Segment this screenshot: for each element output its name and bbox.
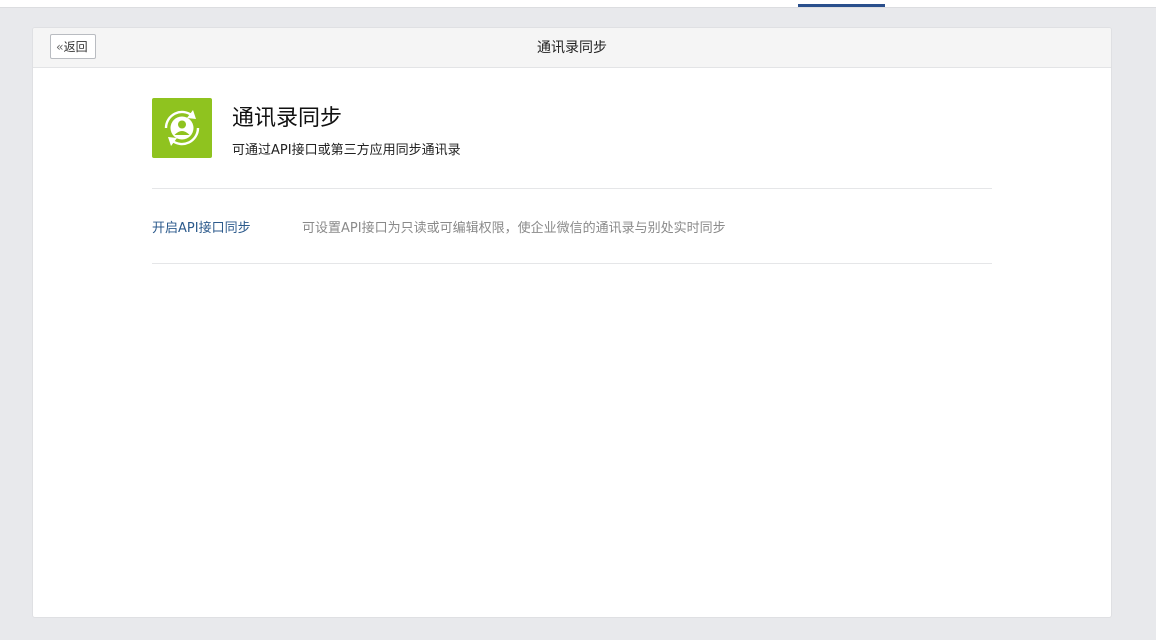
top-navigation-bar <box>0 0 1156 8</box>
option-description: 可设置API接口为只读或可编辑权限，使企业微信的通讯录与别处实时同步 <box>302 221 726 236</box>
enable-api-sync-link[interactable]: 开启API接口同步 <box>152 217 251 236</box>
app-intro: 通讯录同步 可通过API接口或第三方应用同步通讯录 <box>152 98 992 188</box>
divider <box>152 263 992 264</box>
app-description: 可通过API接口或第三方应用同步通讯录 <box>232 143 461 158</box>
contact-sync-icon <box>152 98 212 158</box>
page-title: 通讯录同步 <box>537 40 607 56</box>
option-row-api-sync: 开启API接口同步 可设置API接口为只读或可编辑权限，使企业微信的通讯录与别处… <box>152 189 992 263</box>
app-title: 通讯录同步 <box>232 106 343 131</box>
content-card: ‹‹ 返回 通讯录同步 通讯录同步 可通过API接口或第三方应用同步通讯录 开启… <box>32 27 1112 618</box>
card-header: ‹‹ 返回 通讯录同步 <box>33 28 1111 68</box>
active-nav-indicator <box>798 4 885 7</box>
